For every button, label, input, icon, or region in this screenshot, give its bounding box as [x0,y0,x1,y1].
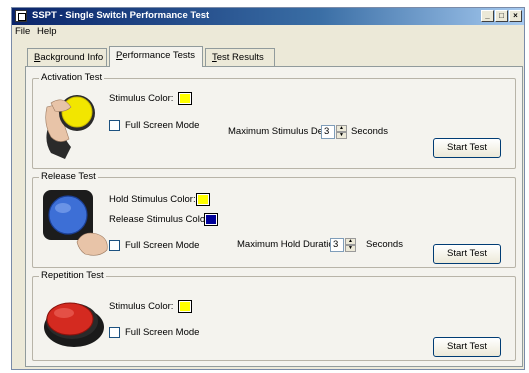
activation-start-test-button[interactable]: Start Test [433,138,501,158]
blue-switch-icon [43,190,108,256]
repetition-test-group: Repetition Test Stimulus Color: Full Scr… [32,270,516,361]
release-switch-cap [48,195,88,235]
repetition-start-test-button[interactable]: Start Test [433,337,501,357]
spin-up-icon[interactable]: ▲ [345,238,356,245]
menu-file[interactable]: File [15,26,30,37]
activation-seconds-label: Seconds [351,126,388,137]
repetition-stimulus-color-swatch[interactable] [178,300,192,313]
yellow-switch-icon [45,95,95,159]
minimize-button[interactable]: _ [481,10,494,22]
max-hold-duration-label: Maximum Hold Duration: [237,239,342,250]
max-stimulus-delay-input[interactable]: 3 [321,125,335,139]
activation-test-group: Activation Test Stimulus Color: Full Scr… [32,72,516,169]
close-button[interactable]: × [509,10,522,22]
menu-bar: File Help [12,25,524,39]
maximize-button[interactable]: □ [495,10,508,22]
release-stimulus-color-swatch[interactable] [204,213,218,226]
menu-help[interactable]: Help [37,26,57,37]
hold-stimulus-color-label: Hold Stimulus Color: [109,194,196,205]
performance-tests-panel: Activation Test Stimulus Color: Full Scr… [25,66,523,367]
tab-test-results-label: Test Results [212,52,264,63]
tab-performance-tests[interactable]: Performance Tests [109,46,203,67]
tab-background-info[interactable]: Background Info [27,48,107,66]
activation-stimulus-color-swatch[interactable] [178,92,192,105]
tab-test-results[interactable]: Test Results [205,48,275,66]
red-switch-icon [44,302,104,347]
release-full-screen-label: Full Screen Mode [125,240,200,251]
title-bar[interactable]: SSPT - Single Switch Performance Test _ … [12,8,524,25]
app-window: SSPT - Single Switch Performance Test _ … [11,7,525,370]
release-test-group: Release Test Hold Stimulus Color: Releas… [32,171,516,268]
repetition-test-title: Repetition Test [39,270,106,281]
app-icon [15,10,27,22]
release-start-test-button[interactable]: Start Test [433,244,501,264]
max-stimulus-delay-spinner[interactable]: ▲ ▼ [336,125,347,139]
activation-stimulus-color-label: Stimulus Color: [109,93,174,104]
release-full-screen-checkbox[interactable] [109,240,120,251]
max-hold-duration-spinner[interactable]: ▲ ▼ [345,238,356,252]
repetition-full-screen-checkbox[interactable] [109,327,120,338]
release-seconds-label: Seconds [366,239,403,250]
tab-background-info-label: Background Info [34,52,104,63]
window-title: SSPT - Single Switch Performance Test [32,10,210,21]
activation-switch-cap [61,96,93,128]
spin-down-icon[interactable]: ▼ [336,132,347,139]
activation-test-title: Activation Test [39,72,105,83]
release-stimulus-color-label: Release Stimulus Color: [109,214,211,225]
max-hold-duration-input[interactable]: 3 [330,238,344,252]
repetition-stimulus-color-label: Stimulus Color: [109,301,174,312]
activation-full-screen-checkbox[interactable] [109,120,120,131]
hold-stimulus-color-swatch[interactable] [196,193,210,206]
release-test-title: Release Test [39,171,98,182]
repetition-switch-cap [46,302,94,336]
activation-full-screen-label: Full Screen Mode [125,120,200,131]
spin-up-icon[interactable]: ▲ [336,125,347,132]
spin-down-icon[interactable]: ▼ [345,245,356,252]
repetition-full-screen-label: Full Screen Mode [125,327,200,338]
tab-performance-tests-label: Performance Tests [116,50,196,61]
